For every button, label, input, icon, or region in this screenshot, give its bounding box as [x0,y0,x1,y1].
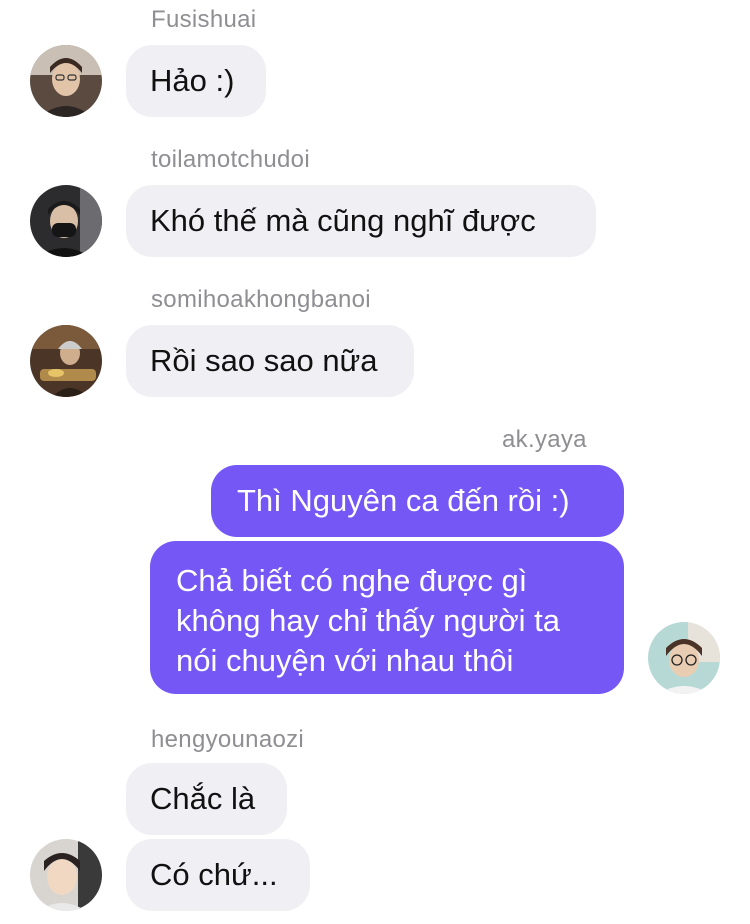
chat-thread: Fusishuai Hảo :) toilamotchudoi Khó thế … [0,0,750,924]
message-bubble[interactable]: Có chứ... [126,839,310,911]
sender-name: hengyounaozi [151,726,305,753]
user-avatar-icon[interactable] [30,45,102,117]
message-bubble[interactable]: Khó thế mà cũng nghĩ được [126,185,596,257]
message-line: Chả biết có nghe được gì [176,563,528,598]
user-avatar-icon[interactable] [30,325,102,397]
message-bubble-outgoing[interactable]: Thì Nguyên ca đến rồi :) [211,465,624,537]
user-avatar-icon[interactable] [648,622,720,694]
message-bubble[interactable]: Chắc là [126,763,287,835]
user-avatar-icon[interactable] [30,185,102,257]
sender-name: ak.yaya [502,426,587,453]
sender-name: toilamotchudoi [151,146,310,173]
message-bubble[interactable]: Rồi sao sao nữa [126,325,414,397]
message-line: nói chuyện với nhau thôi [176,643,514,678]
sender-name: Fusishuai [151,6,257,33]
message-bubble-outgoing[interactable]: Chả biết có nghe được gì không hay chỉ t… [150,541,624,694]
message-bubble[interactable]: Hảo :) [126,45,266,117]
message-line: không hay chỉ thấy người ta [176,603,561,638]
sender-name: somihoakhongbanoi [151,286,371,313]
user-avatar-icon[interactable] [30,839,102,911]
